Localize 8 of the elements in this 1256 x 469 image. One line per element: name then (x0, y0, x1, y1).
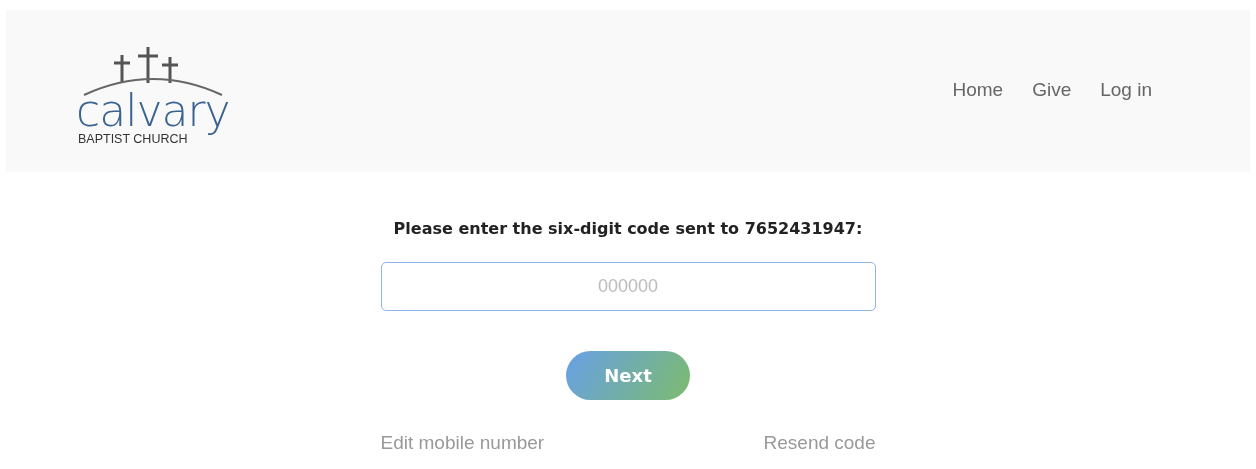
nav-link[interactable]: Give (1032, 79, 1072, 101)
code-prompt: Please enter the six-digit code sent to 7652431947: (393, 219, 863, 239)
nav-link[interactable]: Log in (1100, 79, 1152, 101)
text-link[interactable]: Edit mobile number (380, 432, 545, 454)
logo-subtitle: BAPTIST CHURCH (78, 132, 188, 147)
code-input-field[interactable]: 000000 (380, 262, 876, 311)
nav-link[interactable]: Home (952, 79, 1004, 101)
text-link[interactable]: Resend code (763, 432, 876, 454)
